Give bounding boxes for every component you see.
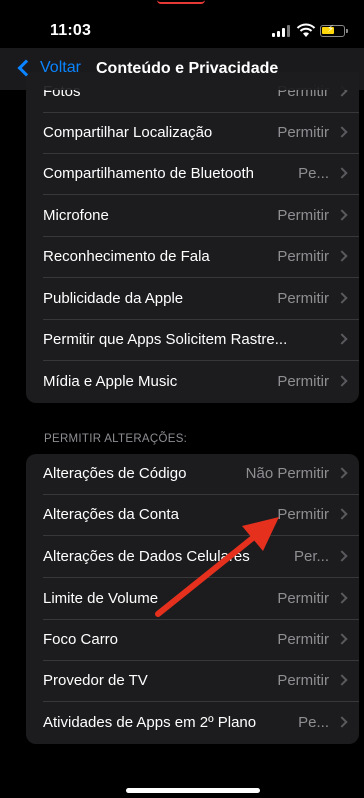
chevron-right-icon: [336, 508, 348, 520]
back-chevron-icon: [17, 59, 35, 77]
chevron-right-icon: [336, 674, 348, 686]
row-label: Permitir que Apps Solicitem Rastre...: [43, 331, 288, 348]
battery-icon: ⚡: [320, 24, 348, 37]
row-alteracoes-codigo[interactable]: Alterações de Código Não Permitir: [26, 454, 359, 495]
row-limite-volume[interactable]: Limite de Volume Permitir: [26, 579, 359, 620]
back-label: Voltar: [40, 59, 81, 76]
row-label: Compartilhamento de Bluetooth: [43, 165, 254, 182]
chevron-right-icon: [336, 550, 348, 562]
row-rastreamento[interactable]: Permitir que Apps Solicitem Rastre...: [26, 320, 359, 361]
chevron-right-icon: [336, 250, 348, 262]
row-value: Pe...: [298, 165, 329, 182]
section-header: PERMITIR ALTERAÇÕES:: [44, 433, 188, 445]
row-value: Permitir: [277, 631, 329, 648]
row-value: Permitir: [277, 590, 329, 607]
chevron-right-icon: [336, 209, 348, 221]
row-value: Não Permitir: [245, 465, 329, 482]
allow-changes-group: Alterações de Código Não Permitir Altera…: [26, 454, 359, 744]
status-time: 11:03: [50, 22, 92, 39]
row-bluetooth[interactable]: Compartilhamento de Bluetooth Pe...: [26, 154, 359, 195]
chevron-right-icon: [336, 167, 348, 179]
row-value: Permitir: [277, 373, 329, 390]
row-label: Compartilhar Localização: [43, 124, 213, 141]
chevron-right-icon: [336, 375, 348, 387]
status-bar: 11:03 ⚡: [0, 0, 364, 48]
row-value: Pe...: [298, 714, 329, 731]
row-label: Limite de Volume: [43, 590, 159, 607]
row-foco-carro[interactable]: Foco Carro Permitir: [26, 620, 359, 661]
row-value: Per...: [293, 548, 329, 565]
row-label: Atividades de Apps em 2º Plano: [43, 714, 257, 731]
row-label: Publicidade da Apple: [43, 290, 184, 307]
chevron-right-icon: [336, 716, 348, 728]
row-label: Alterações da Conta: [43, 506, 179, 523]
row-label: Alterações de Código: [43, 465, 187, 482]
row-dados-celulares[interactable]: Alterações de Dados Celulares Per...: [26, 537, 359, 578]
row-label: Microfone: [43, 207, 109, 224]
row-label: Foco Carro: [43, 631, 119, 648]
row-midia-apple-music[interactable]: Mídia e Apple Music Permitir: [26, 362, 359, 403]
chevron-right-icon: [336, 592, 348, 604]
row-value: Permitir: [277, 506, 329, 523]
row-label: Alterações de Dados Celulares: [43, 548, 250, 565]
privacy-settings-group: Fotos Permitir Compartilhar Localização …: [26, 72, 359, 403]
row-atividades-segundo-plano[interactable]: Atividades de Apps em 2º Plano Pe...: [26, 703, 359, 744]
chevron-right-icon: [336, 126, 348, 138]
row-value: Permitir: [277, 290, 329, 307]
chevron-right-icon: [336, 333, 348, 345]
row-value: Permitir: [277, 672, 329, 689]
row-label: Mídia e Apple Music: [43, 373, 178, 390]
home-indicator: [126, 788, 260, 793]
row-alteracoes-conta[interactable]: Alterações da Conta Permitir: [26, 495, 359, 536]
chevron-right-icon: [336, 467, 348, 479]
row-microfone[interactable]: Microfone Permitir: [26, 196, 359, 237]
row-label: Provedor de TV: [43, 672, 148, 689]
row-publicidade-apple[interactable]: Publicidade da Apple Permitir: [26, 279, 359, 320]
chevron-right-icon: [336, 633, 348, 645]
row-label: Reconhecimento de Fala: [43, 248, 210, 265]
row-value: Permitir: [277, 248, 329, 265]
row-compartilhar-localizacao[interactable]: Compartilhar Localização Permitir: [26, 113, 359, 154]
back-button[interactable]: Voltar: [16, 59, 81, 77]
row-value: Permitir: [277, 124, 329, 141]
row-reconhecimento-fala[interactable]: Reconhecimento de Fala Permitir: [26, 237, 359, 278]
row-provedor-tv[interactable]: Provedor de TV Permitir: [26, 661, 359, 702]
signal-icon: [272, 25, 290, 37]
row-value: Permitir: [277, 207, 329, 224]
wifi-icon: [296, 23, 316, 37]
recording-indicator: [157, 0, 205, 4]
navigation-bar: Voltar Conteúdo e Privacidade: [0, 48, 364, 90]
chevron-right-icon: [336, 292, 348, 304]
page-title: Conteúdo e Privacidade: [96, 60, 279, 77]
